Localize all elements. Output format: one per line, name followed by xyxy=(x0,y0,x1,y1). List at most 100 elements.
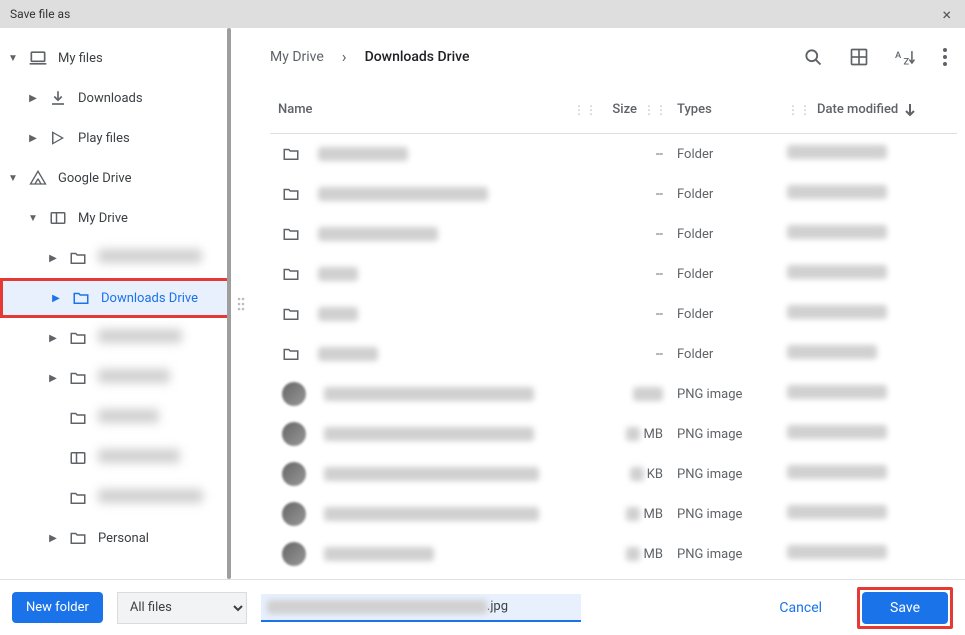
filetype-select[interactable]: All files xyxy=(117,592,247,624)
save-button[interactable]: Save xyxy=(862,592,948,624)
table-row[interactable]: --Folder xyxy=(270,174,957,214)
search-icon[interactable] xyxy=(803,47,823,67)
sidebar-item-downloads[interactable]: ▶Downloads xyxy=(0,78,231,118)
table-row[interactable]: --Folder xyxy=(270,214,957,254)
breadcrumb-current: Downloads Drive xyxy=(365,49,470,65)
file-name-cell xyxy=(270,502,607,526)
header-size-label: Size xyxy=(612,102,637,117)
sidebar-item-redacted[interactable] xyxy=(0,438,231,478)
file-name-blurred xyxy=(324,467,539,481)
file-size-cell xyxy=(607,387,677,402)
sort-az-icon[interactable]: AZ xyxy=(895,47,917,67)
sidebar-item-google-drive[interactable]: ▼Google Drive xyxy=(0,158,231,198)
expander-icon[interactable]: ▶ xyxy=(48,373,58,384)
file-date-cell xyxy=(787,265,957,283)
folder-icon xyxy=(282,305,300,323)
file-type-cell: PNG image xyxy=(677,507,787,522)
sidebar-item-redacted[interactable]: ▶ xyxy=(0,358,231,398)
table-row[interactable]: --Folder xyxy=(270,254,957,294)
cancel-button[interactable]: Cancel xyxy=(758,591,843,625)
breadcrumb-root[interactable]: My Drive xyxy=(270,49,324,65)
file-date-cell xyxy=(787,385,957,403)
filename-blurred xyxy=(267,600,487,614)
header-date[interactable]: ⋮⋮ Date modified xyxy=(787,102,957,117)
file-name-cell xyxy=(270,382,607,406)
sidebar-scrollbar[interactable] xyxy=(227,28,231,579)
dialog-body: ▼My files▶Downloads▶Play files▼Google Dr… xyxy=(0,28,965,579)
table-row[interactable]: PNG image xyxy=(270,374,957,414)
close-icon[interactable]: × xyxy=(938,5,955,24)
folder-icon xyxy=(68,528,88,548)
expander-icon[interactable]: ▶ xyxy=(48,253,58,264)
save-highlight: Save xyxy=(857,587,953,629)
filename-ext: .jpg xyxy=(487,599,508,614)
table-row[interactable]: --Folder xyxy=(270,134,957,174)
expander-icon[interactable]: ▶ xyxy=(51,293,61,304)
expander-icon[interactable]: ▶ xyxy=(48,333,58,344)
sidebar-item-personal[interactable]: ▶ Personal xyxy=(0,518,231,558)
column-resize-handle[interactable]: ⋮⋮ xyxy=(573,103,597,117)
sidebar-item-label xyxy=(98,409,159,427)
column-resize-handle[interactable]: ⋮⋮ xyxy=(787,103,811,117)
expander-icon[interactable]: ▶ xyxy=(28,133,38,144)
image-thumb-icon xyxy=(282,462,306,486)
header-name[interactable]: Name ⋮⋮ xyxy=(270,102,607,117)
grid-view-icon[interactable] xyxy=(849,47,869,67)
svg-text:A: A xyxy=(895,49,902,60)
sidebar-item-downloads-drive[interactable]: ▶ Downloads Drive xyxy=(0,278,231,318)
sidebar-item-label: Downloads Drive xyxy=(101,291,198,306)
sidebar-item-redacted[interactable] xyxy=(0,398,231,438)
more-icon[interactable] xyxy=(943,48,947,66)
panel-icon xyxy=(48,208,68,228)
sidebar-item-label: Personal xyxy=(98,531,149,546)
sidebar-item-play-files[interactable]: ▶Play files xyxy=(0,118,231,158)
folder-icon xyxy=(71,288,91,308)
sidebar-item-redacted[interactable]: ▶ xyxy=(0,238,231,278)
file-name-blurred xyxy=(324,507,539,521)
header-size[interactable]: Size ⋮⋮ xyxy=(607,102,677,117)
file-size-cell: -- xyxy=(607,347,677,362)
file-name-blurred xyxy=(318,267,358,281)
table-row[interactable]: MBPNG image xyxy=(270,534,957,574)
header-types[interactable]: Types xyxy=(677,102,787,117)
file-name-blurred xyxy=(324,387,534,401)
expander-icon[interactable]: ▶ xyxy=(28,93,38,104)
file-date-cell xyxy=(787,425,957,443)
table-row[interactable]: --Folder xyxy=(270,334,957,374)
main-pane: My Drive › Downloads Drive AZ xyxy=(250,28,965,579)
file-size-cell: MB xyxy=(607,427,677,442)
file-size-cell: -- xyxy=(607,187,677,202)
drive-icon xyxy=(28,168,48,188)
column-resize-handle[interactable]: ⋮⋮ xyxy=(643,103,667,117)
table-row[interactable]: MBPNG image xyxy=(270,414,957,454)
file-date-cell xyxy=(787,225,957,243)
table-row[interactable]: --Folder xyxy=(270,294,957,334)
file-date-cell xyxy=(787,545,957,563)
file-type-cell: PNG image xyxy=(677,427,787,442)
file-list[interactable]: --Folder--Folder--Folder--Folder--Folder… xyxy=(270,134,957,579)
sidebar-item-redacted[interactable]: ▶ xyxy=(0,318,231,358)
file-type-cell: PNG image xyxy=(677,387,787,402)
file-date-cell xyxy=(787,185,957,203)
expander-icon[interactable]: ▼ xyxy=(8,173,18,184)
table-row[interactable]: KBPNG image xyxy=(270,454,957,494)
folder-icon xyxy=(68,248,88,268)
expander-icon[interactable]: ▼ xyxy=(8,53,18,64)
new-folder-button[interactable]: New folder xyxy=(12,592,103,623)
pane-drag-handle[interactable] xyxy=(232,28,250,579)
file-date-cell xyxy=(787,145,957,163)
file-name-cell xyxy=(270,542,607,566)
expander-icon[interactable]: ▶ xyxy=(48,533,58,544)
sort-arrow-icon xyxy=(904,103,916,117)
sidebar-item-redacted[interactable] xyxy=(0,478,231,518)
file-type-cell: Folder xyxy=(677,267,787,282)
expander-icon[interactable]: ▼ xyxy=(28,213,38,224)
sidebar-item-my-drive[interactable]: ▼My Drive xyxy=(0,198,231,238)
file-type-cell: Folder xyxy=(677,347,787,362)
filename-field[interactable]: .jpg xyxy=(261,594,581,622)
file-name-cell xyxy=(270,422,607,446)
folder-icon xyxy=(282,345,300,363)
file-name-blurred xyxy=(318,227,438,241)
table-row[interactable]: MBPNG image xyxy=(270,494,957,534)
sidebar-item-my-files[interactable]: ▼My files xyxy=(0,38,231,78)
